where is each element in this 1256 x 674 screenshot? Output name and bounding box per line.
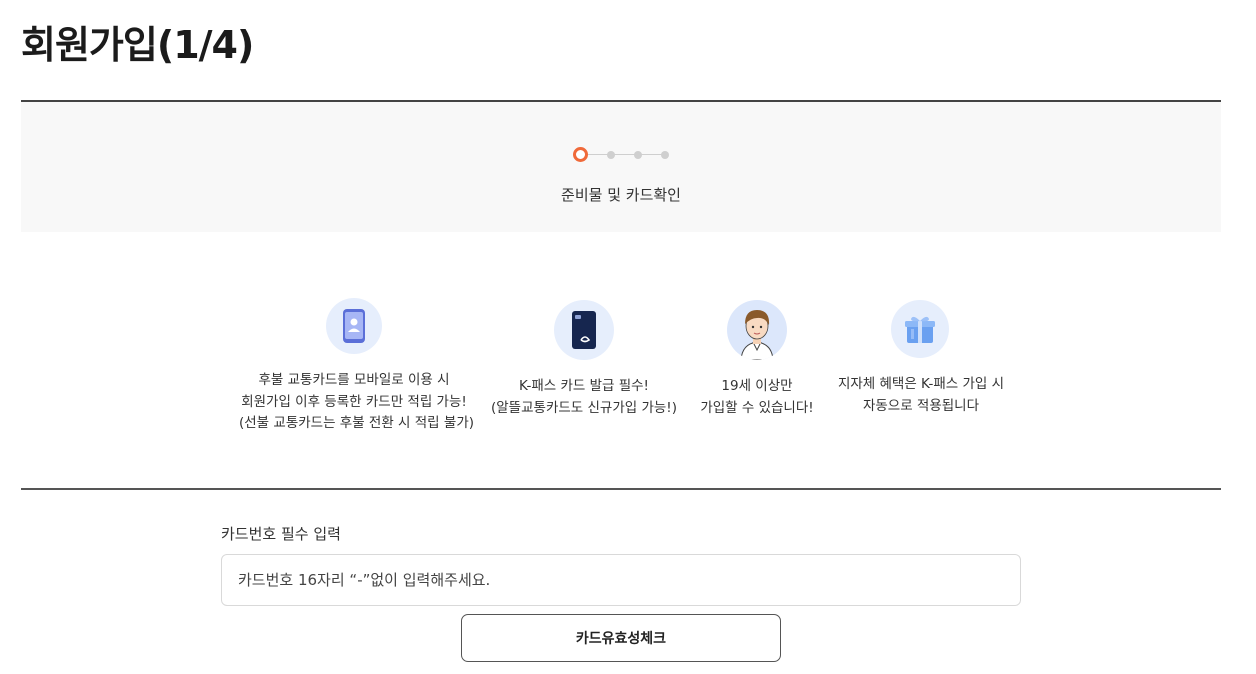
requirement-mobile-card: 후불 교통카드를 모바일로 이용 시 회원가입 이후 등록한 카드만 적립 가능… <box>239 298 475 435</box>
mobile-phone-icon <box>326 298 382 354</box>
requirement-line: 후불 교통카드를 모바일로 이용 시 <box>258 372 450 388</box>
card-number-input[interactable] <box>221 554 1021 606</box>
step-dot-2 <box>607 151 615 159</box>
requirement-line: (알뜰교통카드도 신규가입 가능!) <box>491 399 677 416</box>
requirement-line: 19세 이상만 <box>721 378 793 394</box>
person-avatar-icon <box>727 300 787 360</box>
requirement-line: 가입할 수 있습니다! <box>700 399 814 416</box>
current-step-label: 준비물 및 카드확인 <box>561 186 681 204</box>
requirement-text: 지자체 혜택은 K-패스 가입 시 자동으로 적용됩니다 <box>833 374 1009 417</box>
requirement-line: K-패스 카드 발급 필수! <box>519 378 649 394</box>
requirement-kpass-card: K-패스 카드 발급 필수! (알뜰교통카드도 신규가입 가능!) <box>484 298 684 419</box>
requirement-age: 19세 이상만 가입할 수 있습니다! <box>697 298 817 419</box>
card-number-label: 카드번호 필수 입력 <box>221 525 341 543</box>
gift-box-icon <box>891 300 949 358</box>
requirements-list: 후불 교통카드를 모바일로 이용 시 회원가입 이후 등록한 카드만 적립 가능… <box>0 298 1256 448</box>
requirement-text: K-패스 카드 발급 필수! (알뜰교통카드도 신규가입 가능!) <box>484 376 684 419</box>
page-title: 회원가입(1/4) <box>21 23 254 67</box>
requirement-local-benefit: 지자체 혜택은 K-패스 가입 시 자동으로 적용됩니다 <box>833 298 1009 417</box>
requirement-line: 회원가입 이후 등록한 카드만 적립 가능! <box>241 393 467 410</box>
card-validity-check-button[interactable]: 카드유효성체크 <box>461 614 781 662</box>
transit-card-icon <box>554 300 614 360</box>
step-dot-1-current <box>573 147 588 162</box>
step-dot-4 <box>661 151 669 159</box>
requirement-line: 자동으로 적용됩니다 <box>862 397 980 414</box>
step-dot-3 <box>634 151 642 159</box>
requirement-text: 19세 이상만 가입할 수 있습니다! <box>697 376 817 419</box>
step-indicator-panel: 준비물 및 카드확인 <box>21 102 1221 232</box>
signup-page: 회원가입(1/4) 준비물 및 카드확인 후불 교통카드를 모바일로 이용 시 … <box>0 0 1256 674</box>
step-connector-line <box>581 154 663 155</box>
divider-middle <box>21 488 1221 490</box>
requirement-line: 지자체 혜택은 K-패스 가입 시 <box>837 376 1005 392</box>
requirement-text: 후불 교통카드를 모바일로 이용 시 회원가입 이후 등록한 카드만 적립 가능… <box>239 370 475 435</box>
requirement-line: (선불 교통카드는 후불 전환 시 적립 불가) <box>239 415 475 431</box>
step-progress <box>573 147 673 163</box>
